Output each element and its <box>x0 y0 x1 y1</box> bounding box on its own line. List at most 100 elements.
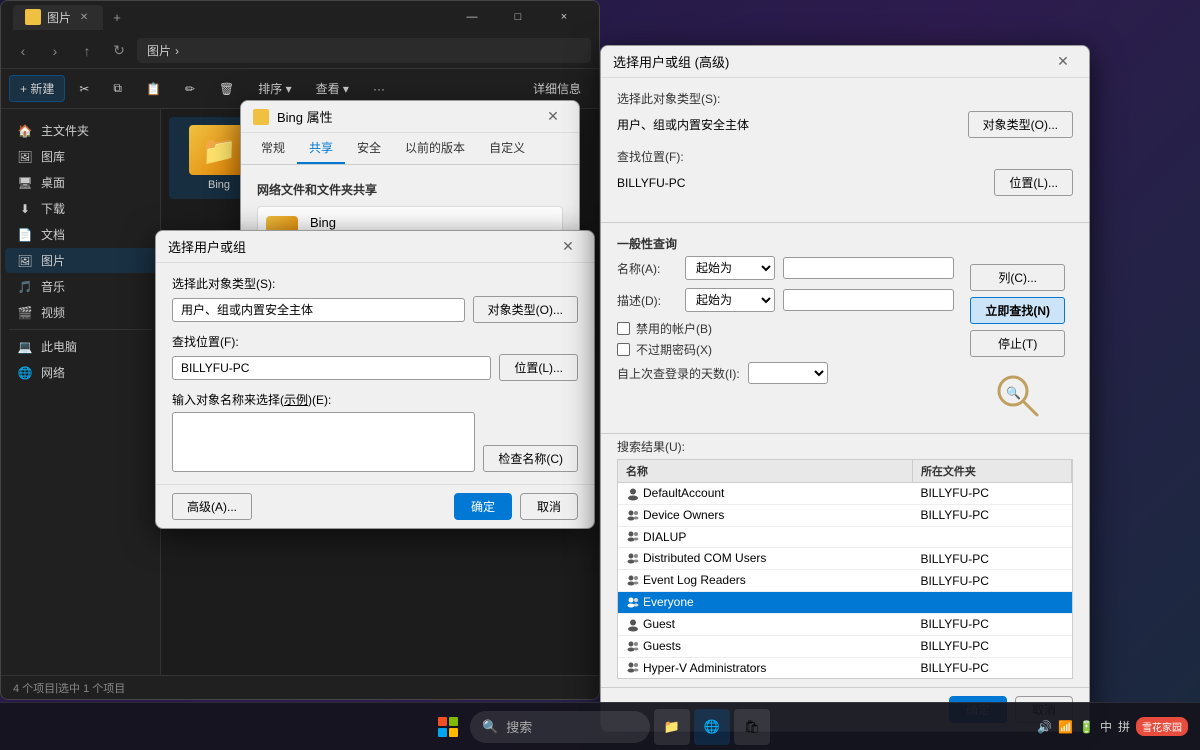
sidebar-label-documents: 文档 <box>41 226 65 243</box>
view-button[interactable]: 查看 ▾ <box>306 76 359 101</box>
sidebar-item-pictures[interactable]: 🖼 图片 <box>5 248 156 273</box>
details-button[interactable]: 详细信息 <box>523 76 591 101</box>
result-row[interactable]: Hyper-V AdministratorsBILLYFU-PC <box>618 657 1072 679</box>
sidebar-item-music[interactable]: 🎵 音乐 <box>5 274 156 299</box>
name-filter-label: 名称(A): <box>617 260 677 277</box>
search-now-button[interactable]: 立即查找(N) <box>970 297 1065 324</box>
result-row[interactable]: DefaultAccountBILLYFU-PC <box>618 483 1072 505</box>
desc-filter-input[interactable] <box>783 289 954 311</box>
path-part: 图片 <box>147 42 171 59</box>
adv-obj-type-value: 用户、组或内置安全主体 <box>617 116 749 133</box>
sidebar-item-videos[interactable]: 🎬 视频 <box>5 300 156 325</box>
result-row[interactable]: GuestBILLYFU-PC <box>618 613 1072 635</box>
explorer-tab[interactable]: 图片 ✕ <box>13 5 103 30</box>
new-button[interactable]: + 新建 <box>9 75 65 102</box>
taskbar-search[interactable]: 🔍 搜索 <box>470 711 650 743</box>
copy-button[interactable]: ⧉ <box>103 77 132 100</box>
check-names-button[interactable]: 检查名称(C) <box>483 445 578 472</box>
general-query-header: 一般性查询 <box>601 227 1089 256</box>
tab-customize[interactable]: 自定义 <box>477 133 537 164</box>
search-label: 搜索 <box>506 717 532 736</box>
select-adv-close[interactable]: ✕ <box>1049 48 1077 76</box>
taskbar-edge[interactable]: 🌐 <box>694 709 730 745</box>
col-folder: 所在文件夹 <box>912 460 1071 483</box>
start-button[interactable] <box>430 709 466 745</box>
sidebar-label-music: 音乐 <box>41 278 65 295</box>
sidebar-label-desktop: 桌面 <box>41 174 65 191</box>
advanced-button[interactable]: 高级(A)... <box>172 493 252 520</box>
maximize-button[interactable]: □ <box>495 1 541 33</box>
system-tray: 🔊 📶 🔋 中 拼 雪花家园 <box>1037 717 1188 736</box>
refresh-button[interactable]: ↻ <box>105 37 133 65</box>
obj-type-input[interactable] <box>172 298 465 322</box>
close-button[interactable]: × <box>541 1 587 33</box>
snow-badge[interactable]: 雪花家园 <box>1136 717 1188 736</box>
adv-obj-type-button[interactable]: 对象类型(O)... <box>968 111 1073 138</box>
stop-button[interactable]: 停止(T) <box>970 330 1065 357</box>
location-button[interactable]: 位置(L)... <box>499 354 578 381</box>
new-tab-button[interactable]: + <box>103 3 131 31</box>
up-button[interactable]: ↑ <box>73 37 101 65</box>
days-select[interactable] <box>748 362 828 384</box>
result-folder-cell <box>912 526 1071 548</box>
result-name-cell: Distributed COM Users <box>618 548 912 570</box>
adv-obj-type-section: 选择此对象类型(S): 用户、组或内置安全主体 对象类型(O)... 查找位置(… <box>601 78 1089 218</box>
taskbar-store[interactable]: 🛍 <box>734 709 770 745</box>
paste-button[interactable]: 📋 <box>136 78 171 100</box>
bing-dialog-tabs: 常规 共享 安全 以前的版本 自定义 <box>241 133 579 165</box>
delete-button[interactable]: 🗑 <box>209 78 244 100</box>
tab-security[interactable]: 安全 <box>345 133 393 164</box>
obj-type-button[interactable]: 对象类型(O)... <box>473 296 578 323</box>
columns-button[interactable]: 列(C)... <box>970 264 1065 291</box>
result-row[interactable]: Device OwnersBILLYFU-PC <box>618 504 1072 526</box>
result-name-cell: Guest <box>618 613 912 635</box>
result-row[interactable]: Everyone <box>618 592 1072 614</box>
sidebar-item-gallery[interactable]: 🖼 图库 <box>5 144 156 169</box>
sidebar-item-desktop[interactable]: 🖥 桌面 <box>5 170 156 195</box>
download-icon: ⬇ <box>17 201 33 217</box>
result-row[interactable]: Distributed COM UsersBILLYFU-PC <box>618 548 1072 570</box>
sidebar-item-home[interactable]: 🏠 主文件夹 <box>5 118 156 143</box>
sidebar-item-downloads[interactable]: ⬇ 下载 <box>5 196 156 221</box>
no-expire-checkbox[interactable] <box>617 343 630 356</box>
sidebar-item-documents[interactable]: 📄 文档 <box>5 222 156 247</box>
location-label: 查找位置(F): <box>172 333 578 350</box>
more-button[interactable]: ··· <box>363 78 395 100</box>
tab-previous-versions[interactable]: 以前的版本 <box>393 133 477 164</box>
explorer-titlebar: 图片 ✕ + — □ × <box>1 1 599 33</box>
computer-icon: 💻 <box>17 339 33 355</box>
address-bar[interactable]: 图片 › <box>137 38 591 63</box>
right-actions: 列(C)... 立即查找(N) 停止(T) 🔍 <box>962 256 1073 429</box>
result-row[interactable]: GuestsBILLYFU-PC <box>618 635 1072 657</box>
back-button[interactable]: ‹ <box>9 37 37 65</box>
name-filter-input[interactable] <box>783 257 954 279</box>
select-small-ok[interactable]: 确定 <box>454 493 512 520</box>
sidebar-item-thispc[interactable]: 💻 此电脑 <box>5 334 156 359</box>
taskbar-explorer[interactable]: 📁 <box>654 709 690 745</box>
select-small-cancel[interactable]: 取消 <box>520 493 578 520</box>
sort-button[interactable]: 排序 ▾ <box>248 76 301 101</box>
forward-button[interactable]: › <box>41 37 69 65</box>
bing-dialog-close[interactable]: ✕ <box>539 103 567 131</box>
minimize-button[interactable]: — <box>449 1 495 33</box>
sidebar-item-network[interactable]: 🌐 网络 <box>5 360 156 385</box>
results-container[interactable]: 名称 所在文件夹 DefaultAccountBILLYFU-PCDevice … <box>617 459 1073 679</box>
rename-button[interactable]: ✏ <box>175 78 205 100</box>
cut-button[interactable]: ✂ <box>69 78 99 100</box>
svg-text:🔍: 🔍 <box>1006 385 1021 400</box>
logo-q1 <box>438 717 447 726</box>
disabled-account-checkbox[interactable] <box>617 322 630 335</box>
object-name-textarea[interactable] <box>172 412 475 472</box>
desc-filter-select[interactable]: 起始为 <box>685 288 775 312</box>
result-row[interactable]: DIALUP <box>618 526 1072 548</box>
select-small-close[interactable]: ✕ <box>554 233 582 261</box>
name-filter-select[interactable]: 起始为 <box>685 256 775 280</box>
tab-close-button[interactable]: ✕ <box>77 10 91 24</box>
adv-obj-type-label: 选择此对象类型(S): <box>617 90 1073 107</box>
result-row[interactable]: Event Log ReadersBILLYFU-PC <box>618 570 1072 592</box>
location-input[interactable] <box>172 356 491 380</box>
tab-sharing[interactable]: 共享 <box>297 133 345 164</box>
results-body: DefaultAccountBILLYFU-PCDevice OwnersBIL… <box>618 483 1072 680</box>
adv-location-button[interactable]: 位置(L)... <box>994 169 1073 196</box>
tab-general[interactable]: 常规 <box>249 133 297 164</box>
